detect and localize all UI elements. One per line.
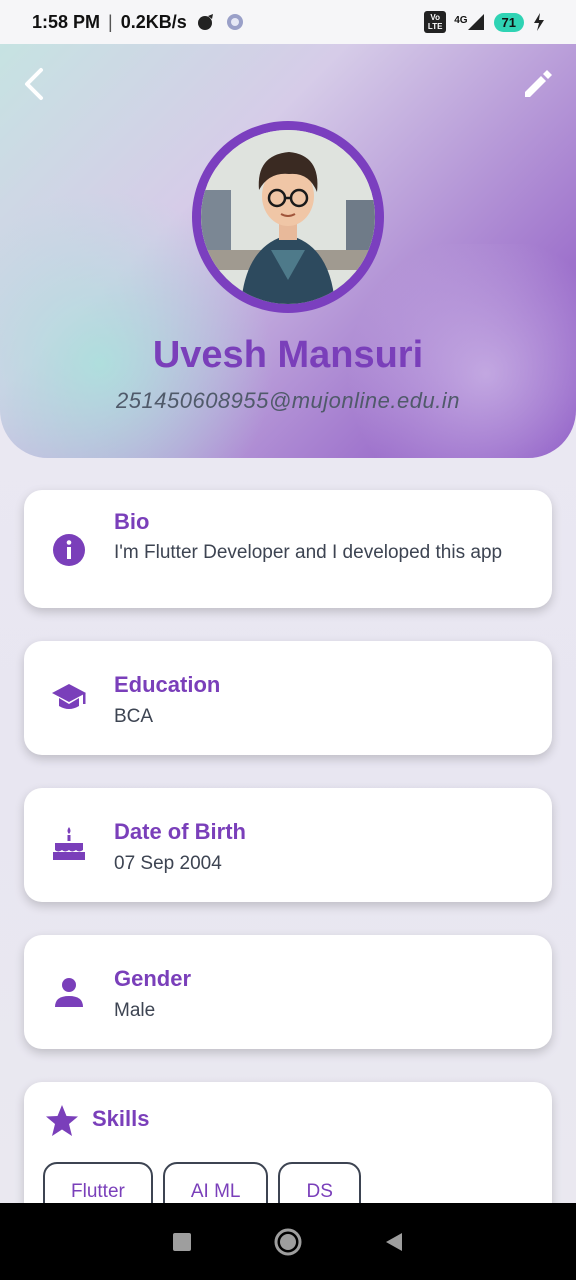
status-bar: 1:58 PM | 0.2KB/s Vo LTE 4G 71	[0, 0, 576, 44]
status-left: 1:58 PM | 0.2KB/s	[32, 12, 245, 33]
profile-name: Uvesh Mansuri	[152, 334, 424, 376]
bio-value: I'm Flutter Developer and I developed th…	[114, 542, 503, 563]
skills-title: Skills	[92, 1106, 150, 1131]
profile-header: Uvesh Mansuri 251450608955@mujonline.edu…	[0, 44, 576, 458]
star-icon	[46, 1105, 78, 1136]
cake-icon	[53, 827, 85, 860]
gender-card: Gender Male	[24, 935, 552, 1049]
battery-level: 71	[493, 12, 524, 32]
status-speed: 0.2KB/s	[120, 11, 187, 32]
gender-value: Male	[114, 1000, 156, 1021]
avatar-image	[201, 130, 375, 304]
alarm-icon	[197, 14, 213, 30]
charging-icon	[534, 13, 544, 31]
bio-card: Bio I'm Flutter Developer and I develope…	[24, 490, 552, 608]
profile-email: 251450608955@mujonline.edu.in	[116, 388, 460, 413]
gender-title: Gender	[114, 966, 192, 991]
graduation-cap-icon	[52, 684, 86, 709]
avatar	[192, 121, 384, 313]
volte-badge: Vo LTE	[424, 11, 447, 33]
dob-value: 07 Sep 2004	[114, 853, 222, 874]
avatar-illustration	[201, 130, 375, 304]
edit-profile-button[interactable]	[518, 64, 558, 104]
recents-icon[interactable]	[171, 1231, 193, 1253]
dob-title: Date of Birth	[114, 819, 246, 844]
info-icon	[53, 534, 85, 566]
education-card: Education BCA	[24, 641, 552, 755]
home-icon[interactable]	[273, 1227, 303, 1257]
app-notification-icon	[226, 14, 243, 30]
dob-card: Date of Birth 07 Sep 2004	[24, 788, 552, 902]
back-button[interactable]	[14, 64, 54, 104]
back-nav-icon[interactable]	[383, 1231, 405, 1253]
bio-title: Bio	[114, 509, 150, 534]
chevron-left-icon	[25, 68, 43, 100]
status-right: Vo LTE 4G 71	[424, 11, 546, 33]
system-nav-bar	[0, 1203, 576, 1280]
person-icon	[55, 978, 83, 1007]
pencil-icon	[525, 70, 552, 97]
signal-icon	[467, 14, 484, 30]
education-value: BCA	[114, 706, 154, 727]
status-time: 1:58 PM	[32, 11, 101, 32]
education-title: Education	[114, 672, 221, 697]
